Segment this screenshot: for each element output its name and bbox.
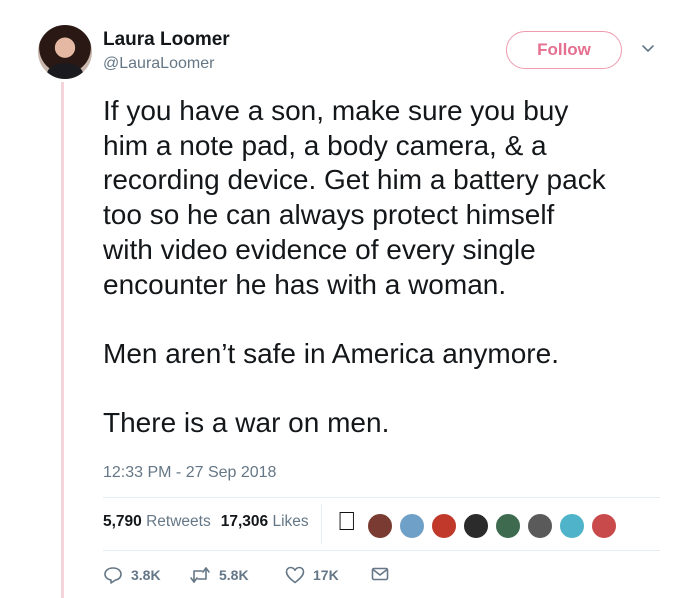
tweet-timestamp[interactable]: 12:33 PM - 27 Sep 2018 <box>103 464 276 482</box>
retweet-icon <box>190 567 210 583</box>
engagement-stats: 5,790 Retweets 17,306 Likes <box>103 513 309 531</box>
liker-avatar[interactable] <box>494 512 522 540</box>
retweets-label: Retweets <box>146 513 211 530</box>
likes-stat[interactable]: 17,306 Likes <box>221 513 309 530</box>
likes-label: Likes <box>272 513 309 530</box>
reply-count: 3.8K <box>131 567 161 583</box>
liker-avatar[interactable] <box>558 512 586 540</box>
envelope-icon <box>371 567 389 581</box>
user-handle[interactable]: @LauraLoomer <box>103 55 214 73</box>
avatar[interactable] <box>38 25 92 79</box>
liker-avatar[interactable] <box>526 512 554 540</box>
follow-button[interactable]: Follow <box>506 31 622 69</box>
message-action[interactable] <box>371 566 397 582</box>
user-name[interactable]: Laura Loomer <box>103 29 230 51</box>
reply-icon <box>104 567 122 584</box>
chevron-down-icon[interactable] <box>641 42 655 56</box>
liker-avatar[interactable] <box>430 512 458 540</box>
apple-logo-icon[interactable]:  <box>337 508 357 534</box>
retweets-stat[interactable]: 5,790 Retweets <box>103 513 211 530</box>
avatar-shoulders <box>47 63 83 79</box>
liker-avatar[interactable] <box>590 512 618 540</box>
reply-action[interactable]: 3.8K <box>103 566 161 584</box>
like-action[interactable]: 17K <box>285 566 339 584</box>
heart-icon <box>285 566 305 584</box>
divider-bottom <box>103 550 660 551</box>
liker-avatar[interactable] <box>462 512 490 540</box>
retweets-count: 5,790 <box>103 513 142 530</box>
retweet-count: 5.8K <box>219 567 249 583</box>
stats-separator <box>321 504 322 544</box>
like-count: 17K <box>313 567 339 583</box>
liker-avatar[interactable] <box>398 512 426 540</box>
tweet-text: If you have a son, make sure you buy him… <box>103 95 606 439</box>
divider-top <box>103 497 660 498</box>
retweet-action[interactable]: 5.8K <box>189 566 249 584</box>
liker-avatar[interactable] <box>366 512 394 540</box>
thread-line <box>61 82 64 598</box>
likes-count: 17,306 <box>220 513 269 530</box>
